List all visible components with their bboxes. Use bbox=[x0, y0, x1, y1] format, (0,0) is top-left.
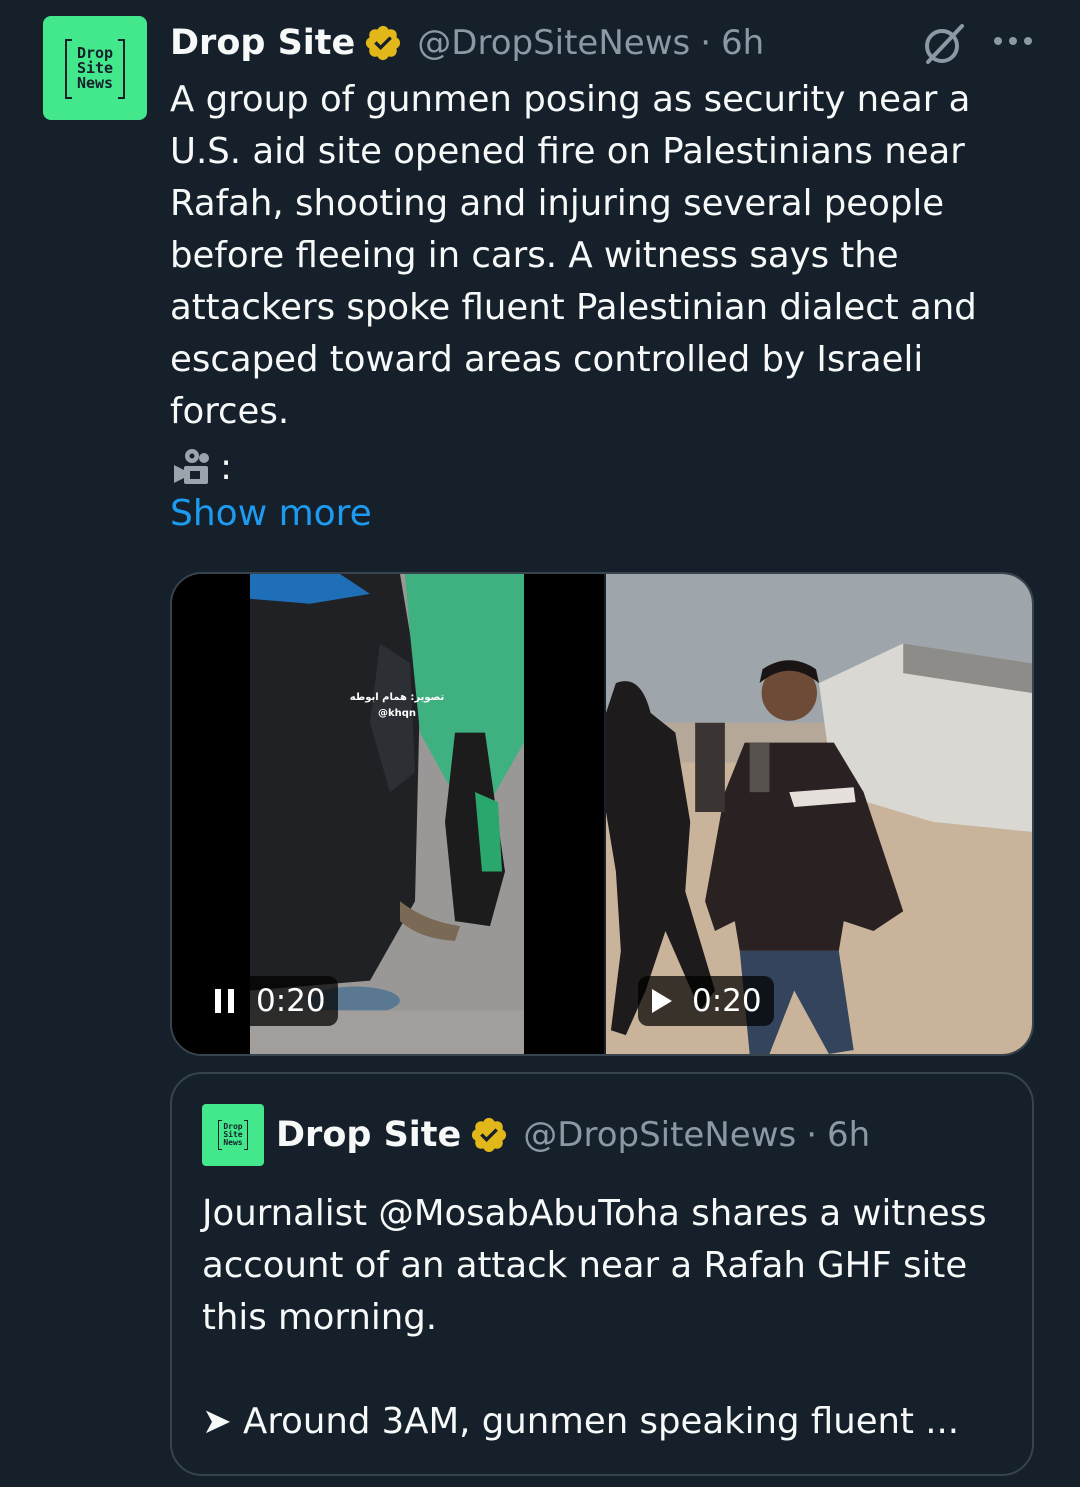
pause-icon[interactable] bbox=[212, 987, 238, 1015]
video-duration-badge[interactable]: 0:20 bbox=[638, 976, 774, 1026]
video-duration-badge[interactable]: 0:20 bbox=[202, 976, 338, 1026]
more-icon[interactable] bbox=[992, 28, 1034, 54]
tweet-header: Drop Site @DropSiteNews · 6h bbox=[170, 18, 764, 68]
quote-header: Drop Site @DropSiteNews · 6h bbox=[276, 1110, 870, 1160]
camera-suffix: : bbox=[220, 446, 233, 488]
timestamp[interactable]: 6h bbox=[721, 23, 764, 63]
video-watermark: تصوير: همام ابوطه @khqn bbox=[349, 692, 445, 719]
camera-icon bbox=[174, 449, 209, 484]
avatar[interactable]: Drop Site News bbox=[43, 16, 147, 120]
handle[interactable]: @DropSiteNews bbox=[417, 23, 690, 63]
quote-text-truncated: ➤ Around 3AM, gunmen speaking fluent ... bbox=[202, 1401, 960, 1442]
display-name[interactable]: Drop Site bbox=[170, 23, 355, 63]
quote-handle[interactable]: @DropSiteNews bbox=[523, 1115, 796, 1155]
video-player-2[interactable]: 0:20 bbox=[606, 574, 1032, 1054]
tweet-text: A group of gunmen posing as security nea… bbox=[170, 79, 977, 432]
quote-timestamp[interactable]: 6h bbox=[827, 1115, 870, 1155]
grok-icon[interactable] bbox=[920, 20, 968, 68]
play-icon[interactable] bbox=[648, 987, 674, 1015]
quoted-tweet[interactable]: Drop Site News Drop Site @DropSiteNews ·… bbox=[170, 1072, 1034, 1476]
media-grid: تصوير: همام ابوطه @khqn 0:20 0:20 bbox=[170, 572, 1034, 1056]
separator: · bbox=[806, 1115, 818, 1155]
quote-avatar[interactable]: Drop Site News bbox=[202, 1104, 264, 1166]
quote-display-name[interactable]: Drop Site bbox=[276, 1115, 461, 1155]
camera-line: : bbox=[170, 442, 232, 492]
video-player-1[interactable]: تصوير: همام ابوطه @khqn 0:20 bbox=[172, 574, 606, 1054]
drop-site-logo: Drop Site News bbox=[218, 1120, 248, 1150]
quote-text: Journalist @MosabAbuToha shares a witnes… bbox=[202, 1193, 987, 1338]
separator: · bbox=[700, 23, 712, 63]
verified-badge-icon[interactable] bbox=[363, 23, 403, 63]
verified-badge-icon[interactable] bbox=[469, 1115, 509, 1155]
drop-site-logo: Drop Site News bbox=[65, 39, 125, 99]
show-more-link[interactable]: Show more bbox=[170, 488, 372, 540]
